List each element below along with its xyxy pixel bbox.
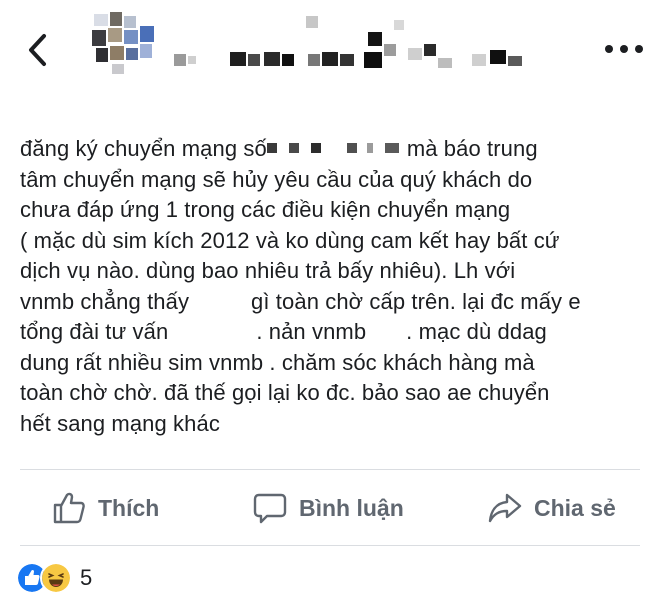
post-text: đăng ký chuyển mạng số mà báo trung tâm c… xyxy=(20,134,640,439)
more-options-icon[interactable] xyxy=(604,44,644,54)
post-text-segment: đăng ký chuyển mạng số xyxy=(20,136,267,161)
share-label: Chia sẻ xyxy=(534,494,616,521)
post-text-segment: vnmb chẳng thấy xyxy=(20,288,190,314)
post-line: ( mặc dù sim kích 2012 và ko dùng cam kế… xyxy=(20,227,560,253)
post-text-segment: . nản vnmb xyxy=(256,319,367,344)
comment-button[interactable]: Bình luận xyxy=(253,490,404,526)
reaction-count: 5 xyxy=(80,565,93,590)
thumbs-up-icon xyxy=(53,492,85,524)
haha-reaction-icon xyxy=(40,562,72,594)
post-action-bar: Thích Bình luận Chia sẻ xyxy=(0,470,660,545)
post-header xyxy=(0,0,660,105)
post-text-segment: gì toàn chờ cấp trên. lại đc mấy e xyxy=(251,288,581,314)
comment-bubble-icon xyxy=(253,493,287,524)
post-line: hết sang mạng khác xyxy=(20,410,220,436)
back-arrow-icon[interactable] xyxy=(24,30,54,70)
post-text-segment: . mạc dù ddag xyxy=(406,319,547,344)
post-text-segment: mà báo trung xyxy=(406,136,538,161)
post-line: dung rất nhiều sim vnmb . chăm sóc khách… xyxy=(20,349,535,375)
avatar[interactable] xyxy=(86,8,162,84)
like-button[interactable]: Thích xyxy=(52,490,159,526)
like-label: Thích xyxy=(98,494,160,521)
post-text-segment: tổng đài tư vấn xyxy=(20,319,169,344)
redacted-phone-number xyxy=(266,143,407,154)
post-line: tâm chuyển mạng sẽ hủy yêu cầu của quý k… xyxy=(20,166,533,192)
post-line: dịch vụ nào. dùng bao nhiêu trả bấy nhiê… xyxy=(20,258,516,283)
comment-label: Bình luận xyxy=(299,494,404,521)
post-line: chưa đáp ứng 1 trong các điều kiện chuyể… xyxy=(20,197,511,222)
post-line: vnmb chẳng thấy gì toàn chờ cấp trên. lại… xyxy=(20,287,640,318)
reactions-summary[interactable]: 5 xyxy=(16,562,93,594)
post-line: đăng ký chuyển mạng số mà báo trung xyxy=(20,134,640,165)
share-button[interactable]: Chia sẻ xyxy=(488,490,616,526)
divider xyxy=(20,545,640,546)
profile-name-redacted[interactable] xyxy=(172,14,552,84)
post-line: toàn chờ chờ. đã thế gọi lại ko đc. bảo … xyxy=(20,380,550,405)
share-arrow-icon xyxy=(488,493,522,523)
post-line: tổng đài tư vấn . nản vnmb . mạc dù ddag xyxy=(20,317,640,348)
